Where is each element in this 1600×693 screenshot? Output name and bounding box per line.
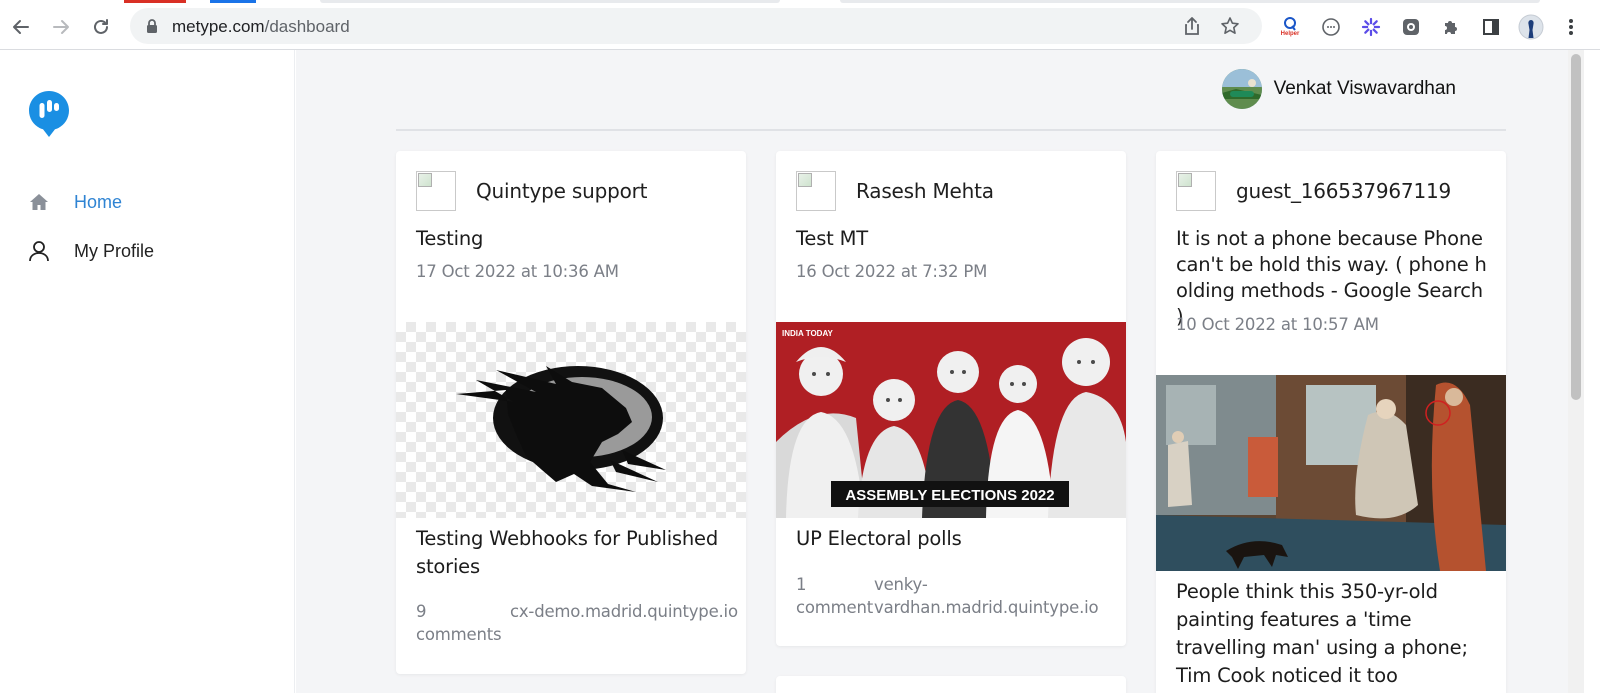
avatar[interactable] [1221,69,1262,109]
story-image[interactable]: ASSEMBLY ELECTIONS 2022 INDIA TODAY [776,322,1126,518]
politicians-image: ASSEMBLY ELECTIONS 2022 INDIA TODAY [776,322,1126,518]
story-image[interactable] [396,322,746,518]
story-title[interactable]: People think this 350-yr-old painting fe… [1176,578,1492,690]
dots-extension-icon[interactable] [1320,16,1342,38]
sidebar-item-label: Home [74,191,123,212]
comment-date: 10 Oct 2022 at 10:57 AM [1176,315,1379,334]
card-header: Rasesh Mehta [796,171,994,211]
reload-button[interactable] [88,14,114,40]
reload-icon [94,19,108,34]
image-brand: INDIA TODAY [782,329,833,338]
page-scrollbar[interactable] [1568,50,1584,693]
puzzle-extensions-icon[interactable] [1440,16,1462,38]
story-title[interactable]: UP Electoral polls [796,525,1112,553]
address-bar[interactable]: metype.com/dashboard [130,8,1262,44]
main-content: Venkat Viswavardhan Quintype support Tes… [296,50,1584,693]
more-menu-icon[interactable] [1560,16,1582,38]
comment-card[interactable]: Rasesh Mehta Test MT 16 Oct 2022 at 7:32… [776,151,1126,646]
side-panel-icon[interactable] [1480,16,1502,38]
sidebar-item-label: My Profile [74,240,155,261]
tab-indicator[interactable] [210,0,256,3]
card-author[interactable]: guest_166537967119 [1236,179,1451,203]
page: Home My Profile Venkat Viswavardhan Quin… [0,50,1600,693]
url-text[interactable]: metype.com/dashboard [172,17,350,37]
comment-count: 1 comment [796,575,873,617]
profile-avatar-icon[interactable] [1518,14,1544,40]
url-path: /dashboard [264,17,350,36]
comment-card[interactable]: Quintype support Testing 17 Oct 2022 at … [396,151,746,674]
story-domain[interactable]: cx-demo.madrid.quintype.io [510,600,740,623]
story-title[interactable]: Testing Webhooks for Published stories [416,525,732,581]
comment-date: 16 Oct 2022 at 7:32 PM [796,262,988,281]
metype-logo-icon[interactable] [28,90,70,143]
card-author[interactable]: Quintype support [476,179,647,203]
sparkle-extension-icon[interactable] [1360,16,1382,38]
header-divider [396,129,1506,131]
browser-toolbar: metype.com/dashboard Helper [0,4,1600,50]
broken-image-icon [796,171,836,211]
wolf-logo-image [456,366,666,492]
comment-date: 17 Oct 2022 at 10:36 AM [416,262,619,281]
browser-tab[interactable] [840,0,1540,3]
sidebar-item-my-profile[interactable]: My Profile [28,237,154,265]
user-menu[interactable]: Venkat Viswavardhan [1221,69,1456,109]
sidebar: Home My Profile [0,50,295,693]
broken-image-icon [416,171,456,211]
arrow-right-icon [53,20,69,34]
user-icon [28,240,50,262]
card-header: Quintype support [416,171,647,211]
share-icon[interactable] [1182,16,1202,41]
sidebar-item-home[interactable]: Home [28,188,122,216]
lock-icon[interactable] [146,19,158,38]
comment-card[interactable] [776,676,1126,693]
story-image[interactable] [1156,375,1506,571]
comment-text: Test MT [796,227,868,250]
tab-indicator[interactable] [124,0,186,3]
comment-card[interactable]: guest_166537967119 It is not a phone bec… [1156,151,1506,693]
forward-button[interactable] [48,14,74,40]
helper-extension-icon[interactable]: Helper [1279,16,1301,38]
user-name[interactable]: Venkat Viswavardhan [1274,78,1456,100]
arrow-left-icon [13,20,29,34]
story-domain[interactable]: venky-vardhan.madrid.quintype.io [874,573,1124,619]
home-icon [28,191,50,213]
card-author[interactable]: Rasesh Mehta [856,179,994,203]
broken-image-icon [1176,171,1216,211]
helper-badge: Helper [1280,31,1300,37]
url-domain: metype.com [172,17,265,36]
browser-tab[interactable] [320,0,780,3]
card-header: guest_166537967119 [1176,171,1451,211]
bookmark-star-icon[interactable] [1220,16,1240,41]
image-caption: ASSEMBLY ELECTIONS 2022 [845,487,1054,504]
scrollbar-thumb[interactable] [1571,54,1581,400]
camera-extension-icon[interactable] [1400,16,1422,38]
comment-count: 9 comments [416,602,502,644]
comment-text: Testing [416,227,484,250]
back-button[interactable] [8,14,34,40]
painting-image [1156,375,1506,571]
